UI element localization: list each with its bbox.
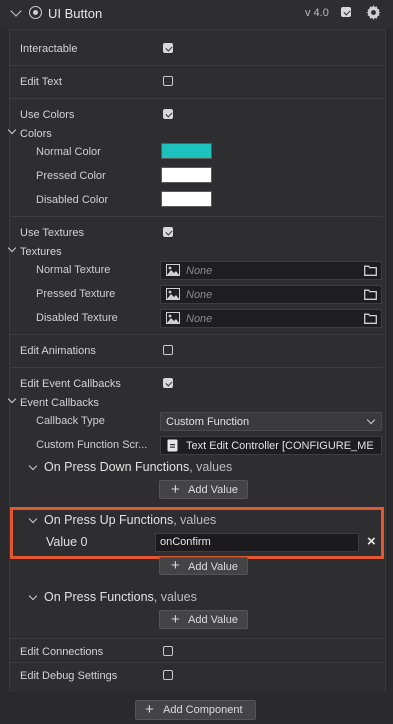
press-up-add-value-button[interactable]: + Add Value [159, 557, 248, 575]
custom-function-script-label: Custom Function Scr... [36, 439, 148, 451]
plus-icon: + [145, 701, 154, 718]
edit-connections-checkbox[interactable] [163, 646, 173, 656]
divider [10, 638, 383, 639]
pressed-color-label: Pressed Color [36, 170, 106, 182]
press-section-title[interactable]: On Press Functions, values [44, 590, 197, 604]
folder-icon[interactable] [364, 313, 377, 324]
disabled-color-swatch[interactable] [161, 191, 212, 207]
use-colors-label: Use Colors [20, 109, 75, 121]
edit-text-checkbox[interactable] [163, 76, 173, 86]
normal-texture-field[interactable]: None [160, 261, 382, 280]
disabled-texture-value: None [186, 313, 213, 325]
folder-icon[interactable] [364, 265, 377, 276]
divider [10, 65, 383, 66]
add-value-label: Add Value [188, 614, 238, 626]
edit-event-callbacks-label: Edit Event Callbacks [20, 378, 121, 390]
image-icon [166, 264, 180, 276]
component-enabled-radio-icon[interactable] [29, 6, 42, 19]
disabled-color-label: Disabled Color [36, 194, 109, 206]
remove-value-icon[interactable]: × [367, 533, 376, 550]
component-title: UI Button [48, 6, 103, 21]
custom-function-script-value: Text Edit Controller [CONFIGURE_ME [186, 440, 374, 452]
component-enabled-checkbox[interactable] [341, 7, 351, 17]
pressed-texture-value: None [186, 289, 213, 301]
edit-debug-settings-label: Edit Debug Settings [20, 670, 118, 682]
folder-icon[interactable] [364, 289, 377, 300]
script-icon [167, 439, 178, 452]
edit-animations-checkbox[interactable] [163, 345, 173, 355]
pressed-texture-label: Pressed Texture [36, 288, 116, 300]
custom-function-script-field[interactable]: Text Edit Controller [CONFIGURE_ME [160, 436, 382, 455]
disabled-texture-label: Disabled Texture [36, 312, 118, 324]
normal-color-swatch[interactable] [161, 143, 212, 159]
edit-animations-label: Edit Animations [20, 345, 96, 357]
divider [10, 216, 383, 217]
add-component-button[interactable]: + Add Component [135, 700, 256, 720]
add-value-label: Add Value [188, 561, 238, 573]
normal-texture-label: Normal Texture [36, 264, 111, 276]
image-icon [166, 288, 180, 300]
component-version: v 4.0 [305, 7, 329, 19]
pressed-color-swatch[interactable] [161, 167, 212, 183]
plus-icon: + [171, 611, 180, 628]
add-value-label: Add Value [188, 484, 238, 496]
press-up-value-input[interactable]: onConfirm [155, 533, 359, 552]
colors-group-label[interactable]: Colors [20, 128, 52, 140]
edit-connections-label: Edit Connections [20, 646, 104, 658]
interactable-checkbox[interactable] [163, 43, 173, 53]
divider [10, 98, 383, 99]
press-down-section-title[interactable]: On Press Down Functions, values [44, 460, 232, 474]
edit-event-callbacks-checkbox[interactable] [163, 378, 173, 388]
chevron-down-icon [366, 415, 376, 425]
add-component-label: Add Component [163, 704, 243, 716]
divider [10, 662, 383, 663]
divider [10, 334, 383, 335]
edit-text-label: Edit Text [20, 76, 62, 88]
disabled-texture-field[interactable]: None [160, 309, 382, 328]
callback-type-value: Custom Function [166, 416, 250, 428]
normal-texture-value: None [186, 265, 213, 277]
pressed-texture-field[interactable]: None [160, 285, 382, 304]
event-callbacks-group-label[interactable]: Event Callbacks [20, 397, 99, 409]
image-icon [166, 312, 180, 324]
divider [10, 367, 383, 368]
edit-debug-settings-checkbox[interactable] [163, 670, 173, 680]
interactable-label: Interactable [20, 43, 78, 55]
normal-color-label: Normal Color [36, 146, 101, 158]
callback-type-dropdown[interactable]: Custom Function [160, 412, 382, 431]
press-down-add-value-button[interactable]: + Add Value [159, 480, 248, 499]
textures-group-label[interactable]: Textures [20, 246, 62, 258]
use-colors-checkbox[interactable] [163, 109, 173, 119]
use-textures-checkbox[interactable] [163, 227, 173, 237]
press-up-section-title[interactable]: On Press Up Functions, values [44, 513, 216, 527]
press-add-value-button[interactable]: + Add Value [159, 610, 248, 629]
plus-icon: + [171, 557, 180, 574]
press-up-value-label: Value 0 [46, 535, 88, 549]
gear-icon[interactable] [366, 5, 381, 20]
callback-type-label: Callback Type [36, 415, 105, 427]
plus-icon: + [171, 481, 180, 498]
use-textures-label: Use Textures [20, 227, 84, 239]
